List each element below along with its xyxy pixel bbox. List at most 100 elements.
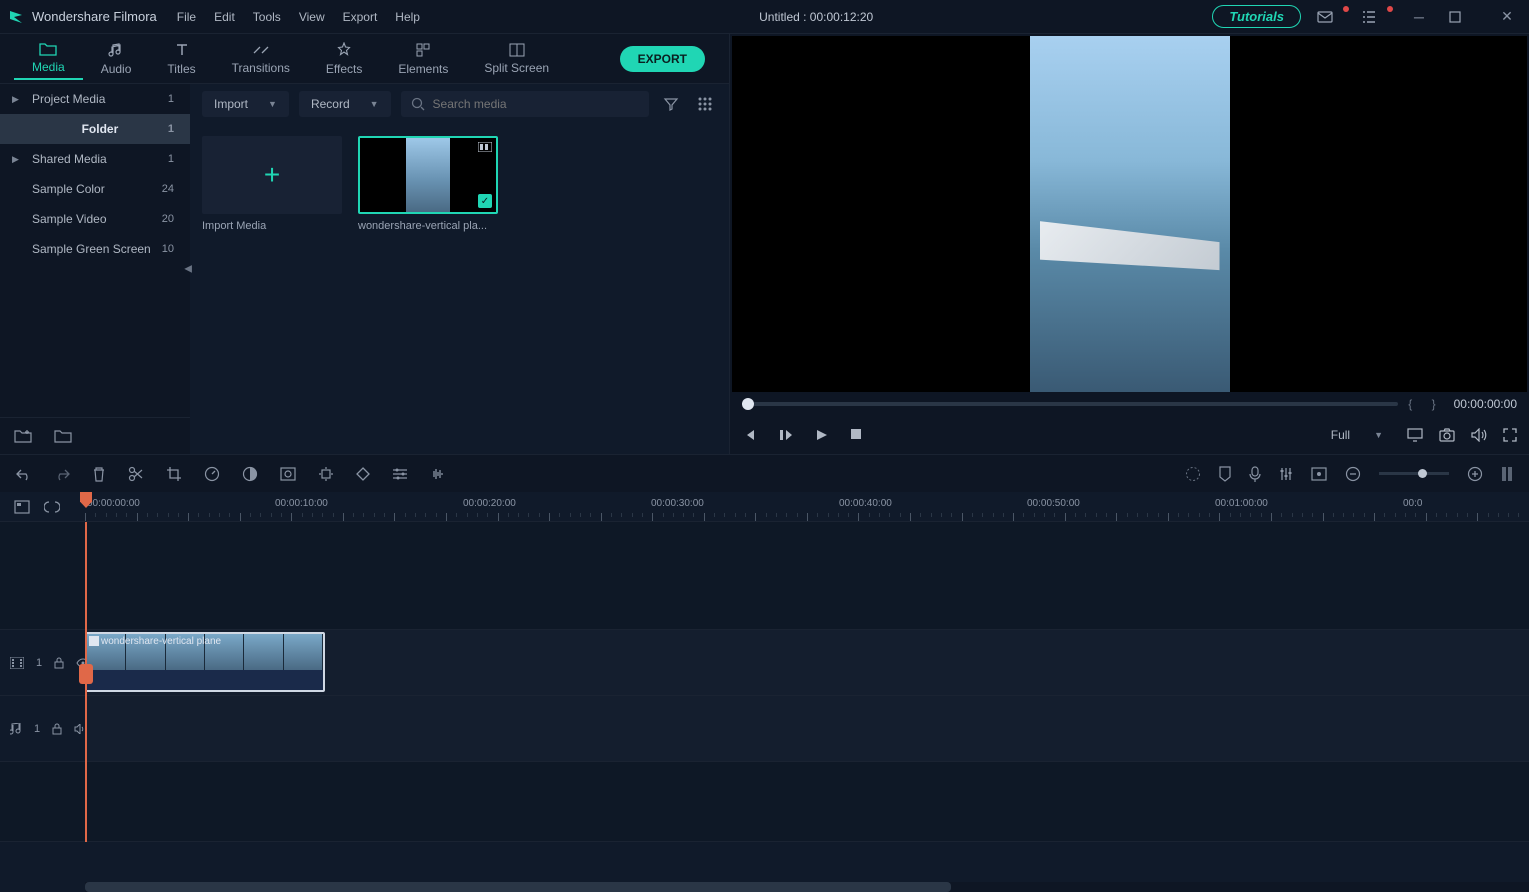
app-logo-icon — [8, 9, 24, 25]
screenshot-icon[interactable] — [1311, 467, 1327, 481]
undo-icon[interactable] — [16, 467, 32, 481]
display-icon[interactable] — [1407, 428, 1423, 442]
menu-help[interactable]: Help — [395, 10, 420, 24]
tab-titles-label: Titles — [167, 62, 195, 76]
render-icon[interactable] — [1185, 466, 1201, 482]
zoom-slider[interactable] — [1379, 472, 1449, 475]
playhead[interactable] — [85, 522, 87, 842]
play-icon[interactable] — [814, 428, 828, 442]
prev-frame-icon[interactable] — [742, 428, 756, 442]
fullscreen-icon[interactable] — [1503, 428, 1517, 442]
sidebar-project-media[interactable]: ▶ Project Media 1 — [0, 84, 190, 114]
audio-track-1: 1 — [0, 696, 1529, 762]
mark-in-out-icon[interactable]: { } — [1408, 397, 1443, 411]
new-folder-icon[interactable] — [14, 428, 32, 444]
preview-viewport[interactable] — [732, 36, 1527, 392]
folder-icon[interactable] — [54, 428, 72, 444]
voiceover-icon[interactable] — [1249, 466, 1261, 482]
play-pause-icon[interactable] — [778, 428, 792, 442]
record-dropdown[interactable]: Record ▼ — [299, 91, 391, 117]
scrollbar-thumb[interactable] — [85, 882, 951, 892]
tab-media[interactable]: Media — [14, 38, 83, 80]
preview-quality-dropdown[interactable]: Full ▼ — [1323, 424, 1391, 446]
tab-media-label: Media — [32, 60, 65, 74]
timeline-toolbar — [0, 454, 1529, 492]
preview-scrubber[interactable] — [742, 402, 1398, 406]
tab-audio[interactable]: Audio — [83, 38, 150, 80]
speed-icon[interactable] — [204, 466, 220, 482]
zoom-out-icon[interactable] — [1345, 466, 1361, 482]
tab-elements[interactable]: Elements — [380, 38, 466, 80]
lock-icon[interactable] — [54, 657, 64, 669]
video-track-1: 1 wondershare-vertical plane — [0, 630, 1529, 696]
audio-mixer-icon[interactable] — [1279, 466, 1293, 482]
zoom-slider-thumb[interactable] — [1418, 469, 1427, 478]
green-screen-icon[interactable] — [280, 467, 296, 481]
audio-waveform-icon[interactable] — [430, 467, 446, 481]
chevron-down-icon: ▼ — [268, 99, 277, 109]
minimize-icon[interactable]: ─ — [1405, 9, 1433, 25]
keyframe-icon[interactable] — [356, 467, 370, 481]
text-icon — [174, 42, 190, 58]
collapse-sidebar-icon[interactable]: ◀ — [184, 264, 192, 275]
snapshot-icon[interactable] — [1439, 428, 1455, 442]
crop-icon[interactable] — [166, 466, 182, 482]
adjust-icon[interactable] — [392, 467, 408, 481]
chevron-down-icon: ▼ — [370, 99, 379, 109]
split-icon[interactable] — [128, 466, 144, 482]
zoom-in-icon[interactable] — [1467, 466, 1483, 482]
menu-view[interactable]: View — [299, 10, 325, 24]
search-media-box[interactable] — [401, 91, 649, 117]
track-spacer[interactable] — [0, 762, 1529, 842]
media-clip-card[interactable]: ✓ wondershare-vertical pla... — [358, 136, 498, 232]
scrubber-handle[interactable] — [742, 398, 754, 410]
grid-view-icon[interactable] — [693, 92, 717, 116]
motion-tracking-icon[interactable] — [318, 466, 334, 482]
auto-ripple-icon[interactable] — [44, 499, 60, 515]
close-icon[interactable]: ✕ — [1493, 8, 1521, 25]
track-spacer[interactable] — [0, 522, 1529, 630]
menu-file[interactable]: File — [177, 10, 196, 24]
elements-icon — [415, 42, 431, 58]
playhead-grip[interactable] — [79, 664, 93, 684]
tutorials-button[interactable]: Tutorials — [1212, 5, 1301, 28]
import-dropdown[interactable]: Import ▼ — [202, 91, 289, 117]
lock-icon[interactable] — [52, 723, 62, 735]
search-icon — [411, 97, 425, 111]
messages-icon[interactable] — [1317, 9, 1345, 25]
timeline-ruler[interactable]: 00:00:00:00 00:00:10:00 00:00:20:00 00:0… — [85, 492, 1529, 521]
filter-icon[interactable] — [659, 92, 683, 116]
redo-icon[interactable] — [54, 467, 70, 481]
sidebar-sample-video[interactable]: Sample Video 20 — [0, 204, 190, 234]
volume-icon[interactable] — [1471, 428, 1487, 442]
search-input[interactable] — [433, 97, 639, 111]
sidebar-shared-media[interactable]: ▶ Shared Media 1 — [0, 144, 190, 174]
zoom-fit-icon[interactable] — [1501, 466, 1513, 482]
task-list-icon[interactable] — [1361, 9, 1389, 25]
menu-edit[interactable]: Edit — [214, 10, 235, 24]
timeline-settings-icon[interactable] — [14, 500, 30, 514]
maximize-icon[interactable] — [1449, 11, 1477, 23]
clip-play-icon — [89, 636, 99, 646]
tab-titles[interactable]: Titles — [149, 38, 213, 80]
tab-effects[interactable]: Effects — [308, 38, 380, 80]
sidebar-sample-green-screen[interactable]: Sample Green Screen 10 — [0, 234, 190, 264]
menu-export[interactable]: Export — [343, 10, 378, 24]
sidebar-folder[interactable]: Folder 1 — [0, 114, 190, 144]
export-button[interactable]: EXPORT — [620, 46, 705, 72]
marker-icon[interactable] — [1219, 466, 1231, 482]
tab-transitions[interactable]: Transitions — [214, 39, 308, 79]
effects-icon — [336, 42, 352, 58]
sidebar-sample-color[interactable]: Sample Color 24 — [0, 174, 190, 204]
tab-transitions-label: Transitions — [232, 61, 290, 75]
stop-icon[interactable] — [850, 428, 862, 442]
color-icon[interactable] — [242, 466, 258, 482]
timeline-scrollbar[interactable] — [85, 882, 1529, 892]
tab-split-screen[interactable]: Split Screen — [466, 39, 567, 79]
import-media-card[interactable]: + Import Media — [202, 136, 342, 232]
split-screen-icon — [509, 43, 525, 57]
timeline-clip[interactable]: wondershare-vertical plane — [85, 632, 325, 692]
menu-tools[interactable]: Tools — [253, 10, 281, 24]
workspace-tabs: Media Audio Titles Transitions Effects E… — [0, 34, 729, 84]
delete-icon[interactable] — [92, 466, 106, 482]
